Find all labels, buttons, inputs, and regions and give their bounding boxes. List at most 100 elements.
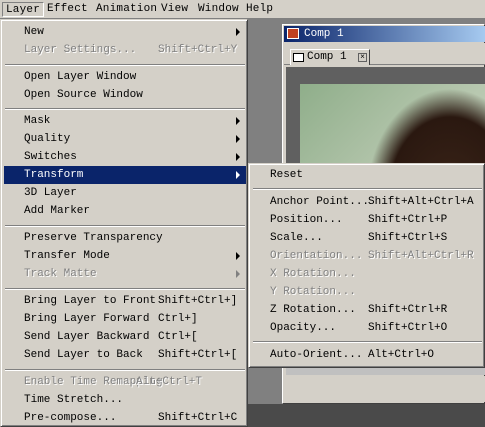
menu-item-label: Bring Layer Forward [24, 313, 150, 325]
menu-item-open-source-window[interactable]: Open Source Window [4, 86, 246, 104]
menu-item-quality[interactable]: Quality [4, 130, 246, 148]
menu-item-layer-settings: Layer Settings... Shift+Ctrl+Y [4, 41, 246, 59]
submenu-arrow-icon [236, 153, 240, 161]
composition-app-icon [287, 28, 299, 39]
menu-bar: Layer Effect Animation View Window Help [0, 0, 485, 19]
menu-item-shortcut: Shift+Ctrl+R [368, 304, 448, 316]
menu-separator [5, 369, 245, 371]
menu-item-label: Layer Settings... [24, 44, 137, 56]
submenu-arrow-icon [236, 135, 240, 143]
menu-item-label: Add Marker [24, 205, 91, 217]
menu-item-preserve-transparency[interactable]: Preserve Transparency [4, 229, 246, 247]
menu-item-label: Switches [24, 151, 77, 163]
menu-item-enable-time-remapping: Enable Time Remapping Alt+Ctrl+T [4, 373, 246, 391]
menu-item-label: Anchor Point... [270, 196, 370, 208]
composition-controls [284, 376, 485, 402]
menu-item-bring-layer-to-front[interactable]: Bring Layer to Front Shift+Ctrl+] [4, 292, 246, 310]
menu-item-shortcut: Alt+Ctrl+T [136, 376, 203, 388]
menu-item-new[interactable]: New [4, 23, 246, 41]
menu-item-orientation: Orientation... Shift+Alt+Ctrl+R [252, 247, 483, 265]
menu-item-3d-layer[interactable]: 3D Layer [4, 184, 246, 202]
menu-item-label: Transfer Mode [24, 250, 110, 262]
menu-item-label: Bring Layer to Front [24, 295, 157, 307]
menu-item-label: Quality [24, 133, 71, 145]
menu-item-label: Opacity... [270, 322, 337, 334]
menu-item-transfer-mode[interactable]: Transfer Mode [4, 247, 246, 265]
menu-item-open-layer-window[interactable]: Open Layer Window [4, 68, 246, 86]
menu-item-shortcut: Shift+Ctrl+C [158, 412, 238, 424]
menu-item-shortcut: Ctrl+[ [158, 331, 198, 343]
menu-item-label: X Rotation... [270, 268, 356, 280]
menu-item-shortcut: Alt+Ctrl+O [368, 349, 435, 361]
menu-item-label: Open Layer Window [24, 71, 137, 83]
menu-item-label: Position... [270, 214, 343, 226]
menu-item-position[interactable]: Position... Shift+Ctrl+P [252, 211, 483, 229]
menu-view[interactable]: View [158, 2, 191, 17]
menu-layer[interactable]: Layer [2, 2, 45, 17]
menu-item-send-layer-to-back[interactable]: Send Layer to Back Shift+Ctrl+[ [4, 346, 246, 364]
menu-item-label: Transform [24, 169, 84, 181]
menu-item-label: Send Layer Backward [24, 331, 150, 343]
menu-item-shortcut: Shift+Ctrl+P [368, 214, 448, 226]
menu-separator [253, 188, 482, 190]
menu-item-shortcut: Shift+Alt+Ctrl+A [368, 196, 474, 208]
layer-menu: New Layer Settings... Shift+Ctrl+Y Open … [0, 19, 248, 427]
menu-separator [5, 64, 245, 66]
menu-item-z-rotation[interactable]: Z Rotation... Shift+Ctrl+R [252, 301, 483, 319]
menu-effect[interactable]: Effect [44, 2, 91, 17]
menu-item-label: 3D Layer [24, 187, 77, 199]
menu-animation[interactable]: Animation [93, 2, 160, 17]
menu-item-pre-compose[interactable]: Pre-compose... Shift+Ctrl+C [4, 409, 246, 427]
menu-item-send-layer-backward[interactable]: Send Layer Backward Ctrl+[ [4, 328, 246, 346]
menu-item-transform[interactable]: Transform [4, 166, 246, 184]
menu-item-shortcut: Shift+Ctrl+Y [158, 44, 238, 56]
composition-window-title[interactable]: Comp 1 [284, 26, 485, 42]
menu-item-shortcut: Ctrl+] [158, 313, 198, 325]
menu-item-shortcut: Shift+Alt+Ctrl+R [368, 250, 474, 262]
menu-item-label: Send Layer to Back [24, 349, 143, 361]
submenu-arrow-icon [236, 171, 240, 179]
menu-item-opacity[interactable]: Opacity... Shift+Ctrl+O [252, 319, 483, 337]
menu-item-label: Mask [24, 115, 51, 127]
menu-item-time-stretch[interactable]: Time Stretch... [4, 391, 246, 409]
menu-item-mask[interactable]: Mask [4, 112, 246, 130]
menu-item-x-rotation: X Rotation... [252, 265, 483, 283]
menu-item-label: Y Rotation... [270, 286, 356, 298]
menu-item-shortcut: Shift+Ctrl+O [368, 322, 448, 334]
menu-item-label: Track Matte [24, 268, 97, 280]
close-tab-icon[interactable]: × [358, 53, 367, 62]
menu-item-anchor-point[interactable]: Anchor Point... Shift+Alt+Ctrl+A [252, 193, 483, 211]
menu-separator [5, 225, 245, 227]
menu-item-label: Reset [270, 169, 304, 181]
menu-item-add-marker[interactable]: Add Marker [4, 202, 246, 220]
menu-item-shortcut: Shift+Ctrl+[ [158, 349, 238, 361]
submenu-arrow-icon [236, 270, 240, 278]
menu-help[interactable]: Help [243, 2, 276, 17]
bottom-panel [248, 404, 485, 427]
menu-item-auto-orient[interactable]: Auto-Orient... Alt+Ctrl+O [252, 346, 483, 364]
menu-item-label: Pre-compose... [24, 412, 117, 424]
menu-item-label: Orientation... [270, 250, 363, 262]
menu-item-scale[interactable]: Scale... Shift+Ctrl+S [252, 229, 483, 247]
menu-separator [5, 288, 245, 290]
menu-item-shortcut: Shift+Ctrl+] [158, 295, 238, 307]
composition-icon [293, 53, 304, 62]
menu-item-label: Time Stretch... [24, 394, 124, 406]
menu-item-label: New [24, 26, 44, 38]
menu-item-label: Auto-Orient... [270, 349, 363, 361]
menu-item-bring-layer-forward[interactable]: Bring Layer Forward Ctrl+] [4, 310, 246, 328]
submenu-arrow-icon [236, 252, 240, 260]
menu-separator [5, 108, 245, 110]
menu-item-y-rotation: Y Rotation... [252, 283, 483, 301]
menu-item-label: Preserve Transparency [24, 232, 163, 244]
menu-window[interactable]: Window [195, 2, 242, 17]
submenu-arrow-icon [236, 117, 240, 125]
menu-item-label: Scale... [270, 232, 323, 244]
transform-submenu: Reset Anchor Point... Shift+Alt+Ctrl+A P… [248, 163, 485, 368]
menu-item-reset[interactable]: Reset [252, 166, 483, 184]
menu-item-track-matte: Track Matte [4, 265, 246, 283]
menu-item-label: Z Rotation... [270, 304, 356, 316]
menu-item-shortcut: Shift+Ctrl+S [368, 232, 448, 244]
menu-item-switches[interactable]: Switches [4, 148, 246, 166]
submenu-arrow-icon [236, 28, 240, 36]
